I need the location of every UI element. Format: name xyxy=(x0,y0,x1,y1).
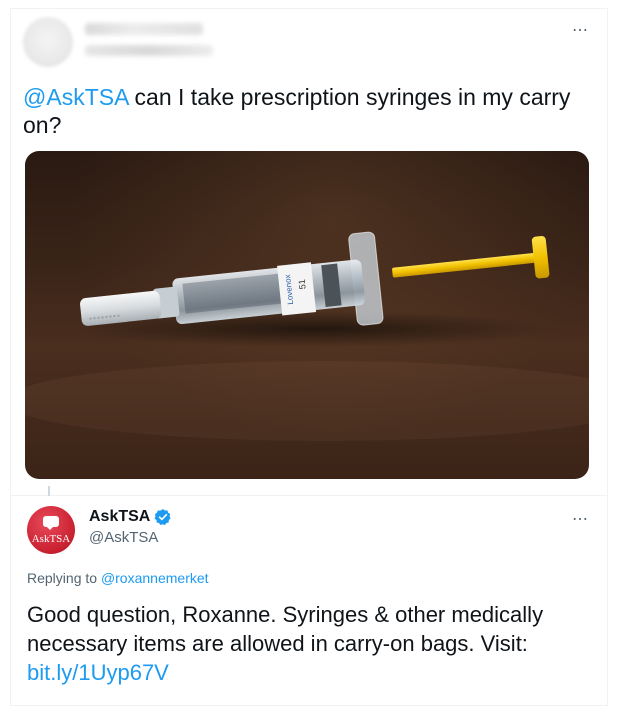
author-name-redacted[interactable] xyxy=(85,23,203,35)
syringe-photo: Lovenox 51 xyxy=(25,231,589,441)
more-options-icon[interactable]: ⋯ xyxy=(572,23,589,39)
reply-author-handle[interactable]: @AskTSA xyxy=(89,529,158,546)
original-tweet[interactable]: ⋯ @AskTSA can I take prescription syring… xyxy=(10,8,608,496)
replying-to: Replying to @roxannemerket xyxy=(27,570,209,586)
replying-to-link[interactable]: @roxannemerket xyxy=(101,570,209,586)
replying-prefix: Replying to xyxy=(27,570,101,586)
tweet-text: @AskTSA can I take prescription syringes… xyxy=(23,83,583,139)
reply-text: Good question, Roxanne. Syringes & other… xyxy=(27,600,597,687)
tweet-image[interactable]: Lovenox 51 xyxy=(25,151,589,479)
reply-more-options-icon[interactable]: ⋯ xyxy=(572,512,589,528)
avatar-logo-text: AskTSA xyxy=(31,533,71,545)
reply-link[interactable]: bit.ly/1Uyp67V xyxy=(27,660,169,685)
avatar[interactable] xyxy=(23,17,73,67)
verified-badge-icon xyxy=(154,509,171,525)
author-handle-redacted[interactable] xyxy=(85,45,213,56)
reply-body: Good question, Roxanne. Syringes & other… xyxy=(27,602,544,656)
chat-bubble-icon xyxy=(43,516,59,530)
reply-author-name-text[interactable]: AskTSA xyxy=(89,508,150,526)
asktsa-avatar[interactable]: AskTSA xyxy=(27,506,75,554)
mention-link[interactable]: @AskTSA xyxy=(23,84,128,110)
syringe-number: 51 xyxy=(297,279,308,290)
reply-author-name[interactable]: AskTSA xyxy=(89,508,172,526)
reply-tweet[interactable]: AskTSA AskTSA @AskTSA ⋯ Replying to @rox… xyxy=(10,496,608,706)
